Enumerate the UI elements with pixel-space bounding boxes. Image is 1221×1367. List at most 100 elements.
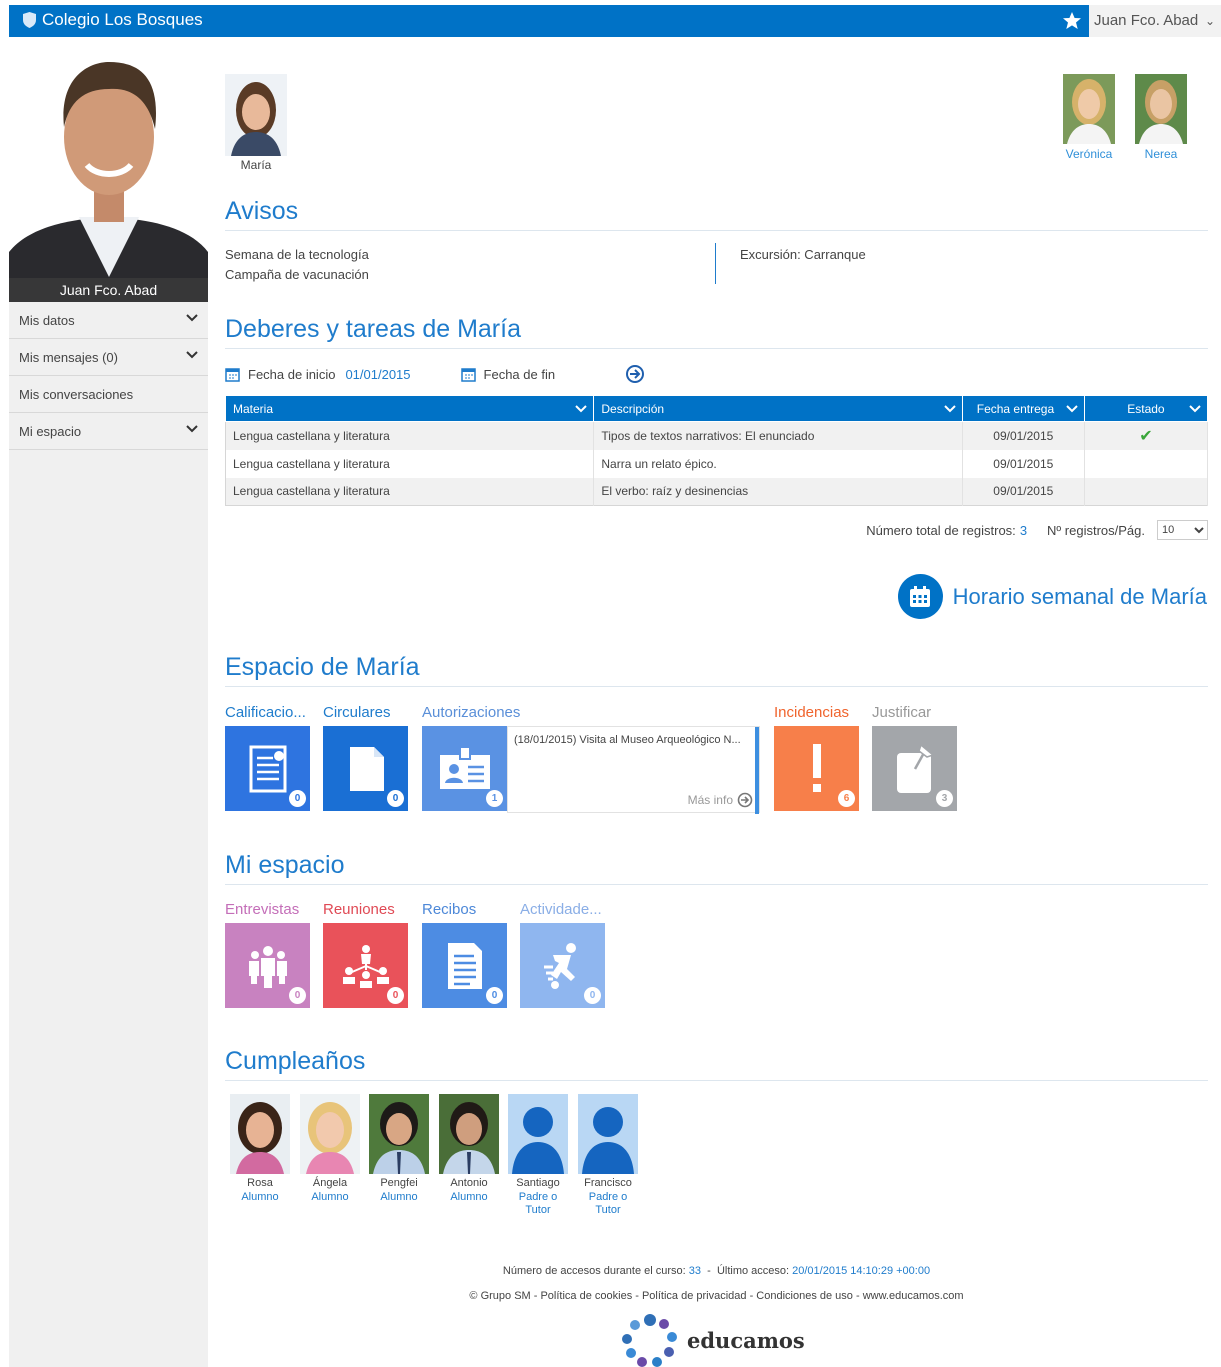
document-icon xyxy=(349,746,384,791)
column-materia[interactable]: Materia xyxy=(224,395,595,422)
profile-photo[interactable]: Juan Fco. Abad xyxy=(9,37,208,302)
horario-label: Horario semanal de María xyxy=(952,583,1207,609)
sibling-veronica[interactable]: Verónica xyxy=(1063,74,1115,161)
birthday-person-santiago[interactable]: Santiago Padre o Tutor xyxy=(507,1094,569,1217)
tile-reuniones[interactable]: 0 xyxy=(323,923,408,1008)
calendar-icon[interactable] xyxy=(460,367,476,382)
avatar-placeholder-icon xyxy=(508,1094,568,1174)
cumpleanos-title: Cumpleaños xyxy=(225,1047,1208,1081)
more-info-link[interactable]: Más info xyxy=(688,792,753,808)
accesses-value: 33 xyxy=(688,1265,702,1277)
tile-label-actividades[interactable]: Actividade... xyxy=(520,901,602,918)
table-row[interactable]: Lengua castellana y literatura Narra un … xyxy=(225,449,1209,478)
user-name: Juan Fco. Abad xyxy=(1094,12,1199,29)
user-menu[interactable]: Juan Fco. Abad ⌄ xyxy=(1089,5,1221,37)
table-row[interactable]: Lengua castellana y literatura El verbo:… xyxy=(225,477,1209,506)
cell-materia: Lengua castellana y literatura xyxy=(225,449,595,478)
count-badge: 1 xyxy=(486,790,503,807)
tile-label-autorizaciones[interactable]: Autorizaciones xyxy=(422,704,520,721)
profile-photo-image xyxy=(9,37,208,302)
sidebar: Juan Fco. Abad Mis datos Mis mensajes (0… xyxy=(9,37,208,1367)
person-role: Padre o Tutor xyxy=(588,1191,628,1216)
chevron-down-icon xyxy=(186,425,198,433)
tile-label-recibos[interactable]: Recibos xyxy=(422,901,476,918)
calendar-icon[interactable] xyxy=(225,367,240,382)
chevron-down-icon xyxy=(1189,405,1201,413)
birthday-person-francisco[interactable]: Francisco Padre o Tutor xyxy=(577,1094,639,1217)
person-name: Rosa xyxy=(247,1177,273,1189)
birthday-person-antonio[interactable]: Antonio Alumno xyxy=(438,1094,500,1204)
footer-links[interactable]: © Grupo SM - Política de cookies - Polít… xyxy=(225,1290,1208,1302)
tile-label-circulares[interactable]: Circulares xyxy=(323,704,391,721)
sidebar-item-mi-espacio[interactable]: Mi espacio xyxy=(9,413,208,450)
authorization-preview[interactable]: (18/01/2015) Visita al Museo Arqueológic… xyxy=(507,726,760,814)
sidebar-item-mis-mensajes[interactable]: Mis mensajes (0) xyxy=(9,339,208,376)
tile-label-incidencias[interactable]: Incidencias xyxy=(774,704,849,721)
column-fecha-entrega[interactable]: Fecha entrega xyxy=(961,395,1085,422)
column-label: Materia xyxy=(233,401,274,416)
column-descripcion[interactable]: Descripción xyxy=(593,395,963,422)
sibling-name: Verónica xyxy=(1065,147,1113,161)
pinned-note-icon xyxy=(896,743,935,793)
side-menu: Mis datos Mis mensajes (0) Mis conversac… xyxy=(9,302,208,450)
tile-label-reuniones[interactable]: Reuniones xyxy=(323,901,395,918)
arrow-right-circle-icon[interactable] xyxy=(625,364,645,384)
table-row[interactable]: Lengua castellana y literatura Tipos de … xyxy=(225,421,1209,450)
profile-name: Juan Fco. Abad xyxy=(9,278,208,302)
brand[interactable]: Colegio Los Bosques xyxy=(23,10,203,30)
educamos-logo[interactable]: educamos xyxy=(621,1312,805,1367)
tile-label-justificar[interactable]: Justificar xyxy=(872,704,931,721)
start-date-value[interactable]: 01/01/2015 xyxy=(345,367,410,382)
tile-justificar[interactable]: 3 xyxy=(872,726,957,811)
tile-circulares[interactable]: 0 xyxy=(323,726,408,811)
cell-materia: Lengua castellana y literatura xyxy=(225,477,595,506)
educamos-logo-icon xyxy=(622,1314,677,1367)
birthday-person-angela[interactable]: Ángela Alumno xyxy=(299,1094,361,1204)
cell-estado xyxy=(1084,449,1209,478)
selected-child[interactable]: María xyxy=(225,74,287,172)
count-badge: 0 xyxy=(289,790,306,807)
sibling-photo xyxy=(1135,74,1187,144)
chevron-down-icon xyxy=(186,314,198,322)
column-label: Descripción xyxy=(601,401,665,416)
horario-link[interactable]: Horario semanal de María xyxy=(897,574,1207,619)
tile-autorizaciones[interactable]: 1 xyxy=(422,726,507,811)
chevron-down-icon: ⌄ xyxy=(1204,14,1215,28)
sidebar-item-mis-conversaciones[interactable]: Mis conversaciones xyxy=(9,376,208,413)
birthday-person-pengfei[interactable]: Pengfei Alumno xyxy=(368,1094,430,1204)
person-name: Francisco xyxy=(584,1177,632,1189)
sidebar-item-mis-datos[interactable]: Mis datos xyxy=(9,302,208,339)
avisos-right: Excursión: Carranque xyxy=(740,245,866,265)
sibling-name: Nerea xyxy=(1144,147,1178,161)
sibling-nerea[interactable]: Nerea xyxy=(1135,74,1187,161)
person-photo xyxy=(230,1094,290,1174)
tile-actividades[interactable]: 0 xyxy=(520,923,605,1008)
exclamation-icon xyxy=(812,743,821,792)
birthday-person-rosa[interactable]: Rosa Alumno xyxy=(229,1094,291,1204)
tile-label-entrevistas[interactable]: Entrevistas xyxy=(225,901,299,918)
column-estado[interactable]: Estado xyxy=(1083,395,1209,422)
mi-espacio-title: Mi espacio xyxy=(225,851,1208,885)
count-badge: 0 xyxy=(289,987,306,1004)
per-page-select[interactable]: 10 xyxy=(1157,520,1208,540)
gradebook-icon xyxy=(249,745,286,792)
avatar-placeholder-icon xyxy=(578,1094,638,1174)
child-name: María xyxy=(240,158,272,172)
aviso-item[interactable]: Campaña de vacunación xyxy=(225,265,369,285)
total-value: 3 xyxy=(1019,522,1028,538)
star-icon[interactable] xyxy=(1062,11,1082,31)
tile-entrevistas[interactable]: 0 xyxy=(225,923,310,1008)
column-label: Estado xyxy=(1127,401,1165,416)
check-icon: ✔ xyxy=(1084,421,1209,450)
person-name: Ángela xyxy=(312,1177,348,1189)
avisos-left: Semana de la tecnología Campaña de vacun… xyxy=(225,245,369,285)
tile-label-calificaciones[interactable]: Calificacio... xyxy=(225,704,306,721)
tile-incidencias[interactable]: 6 xyxy=(774,726,859,811)
cell-fecha: 09/01/2015 xyxy=(962,421,1085,450)
aviso-item[interactable]: Semana de la tecnología xyxy=(225,245,369,265)
aviso-item[interactable]: Excursión: Carranque xyxy=(740,245,866,265)
person-role: Alumno xyxy=(380,1191,418,1203)
shield-icon xyxy=(23,12,36,28)
tile-recibos[interactable]: 0 xyxy=(422,923,507,1008)
tile-calificaciones[interactable]: 0 xyxy=(225,726,310,811)
